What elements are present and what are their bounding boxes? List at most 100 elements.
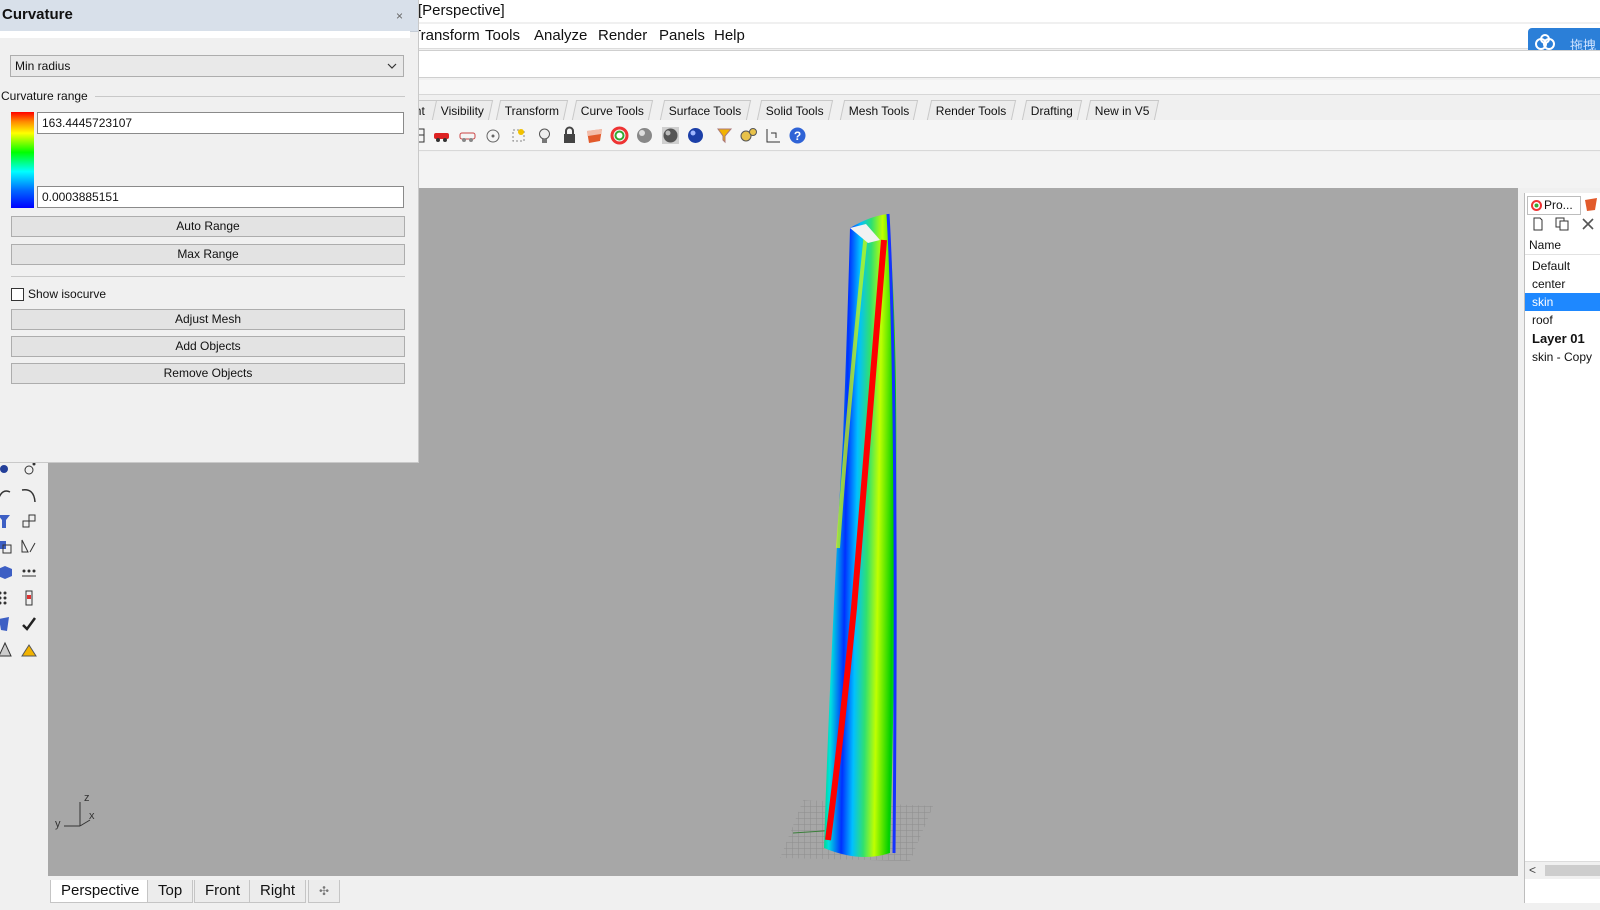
gears-icon[interactable] [739, 126, 758, 145]
menu-panels[interactable]: Panels [659, 27, 705, 44]
toolbar-tabs: nt Visibility Transform Curve Tools Surf… [405, 100, 1600, 120]
tab-mesh-tools[interactable]: Mesh Tools [839, 100, 919, 120]
axis-label-y: y [55, 818, 61, 830]
scroll-thumb[interactable] [1545, 865, 1600, 876]
arc-icon[interactable] [0, 486, 14, 504]
max-range-button[interactable]: Max Range [11, 244, 405, 265]
panel-divider [0, 31, 410, 38]
auto-range-button[interactable]: Auto Range [11, 216, 405, 237]
lightbulb-icon[interactable] [535, 126, 554, 145]
tab-transform[interactable]: Transform [495, 100, 569, 120]
layer-row-skin[interactable]: skin [1525, 293, 1600, 311]
layer-row-default[interactable]: Default [1525, 257, 1600, 275]
properties-tab[interactable]: Pro... [1527, 196, 1581, 215]
layers-tab-icon[interactable] [1581, 196, 1600, 213]
dimension-icon[interactable] [764, 126, 783, 145]
name-column-label: Name [1529, 238, 1562, 252]
layers-panel: Pro... Name Default center skin roof Lay… [1524, 193, 1600, 903]
cone-icon[interactable] [0, 641, 14, 659]
close-icon[interactable]: × [396, 9, 403, 23]
max-curvature-field[interactable]: 163.4445723107 [37, 112, 404, 134]
options-divider [11, 276, 405, 277]
array-icon[interactable] [20, 563, 38, 581]
gray-sphere-icon[interactable] [635, 126, 654, 145]
layer-row-skin-copy[interactable]: skin - Copy [1525, 348, 1600, 366]
add-objects-button[interactable]: Add Objects [11, 336, 405, 357]
grid-points-icon[interactable] [0, 589, 14, 607]
viewport-tabs: Perspective Top Front Right ✣ [48, 876, 1518, 904]
range-divider [95, 96, 405, 97]
show-isocurve-checkbox[interactable] [11, 288, 24, 301]
mode-select-value: Min radius [15, 59, 71, 73]
tab-surface-tools[interactable]: Surface Tools [659, 100, 751, 120]
funnel-icon[interactable] [715, 126, 734, 145]
remove-objects-button[interactable]: Remove Objects [11, 363, 405, 384]
command-line[interactable] [418, 50, 1600, 78]
surface-icon[interactable] [0, 512, 14, 530]
show-isocurve-label: Show isocurve [28, 287, 107, 301]
render-icon[interactable] [20, 641, 38, 659]
car-icon[interactable] [432, 126, 451, 145]
tab-curve-tools[interactable]: Curve Tools [571, 100, 654, 120]
tab-drafting[interactable]: Drafting [1021, 100, 1083, 120]
tab-new-in-v5[interactable]: New in V5 [1085, 100, 1159, 120]
car-outline-icon[interactable] [458, 126, 477, 145]
layer-row-center[interactable]: center [1525, 275, 1600, 293]
tab-solid-tools[interactable]: Solid Tools [756, 100, 833, 120]
curvature-mode-select[interactable]: Min radius [10, 55, 404, 77]
dark-sphere-icon[interactable] [661, 126, 680, 145]
layers-horizontal-scrollbar[interactable]: < [1525, 861, 1600, 879]
layer-row-layer-01[interactable]: Layer 01 [1525, 330, 1600, 348]
tab-front[interactable]: Front [194, 880, 252, 903]
scale-icon[interactable] [20, 512, 38, 530]
curvature-panel-header[interactable]: Curvature × [0, 0, 418, 32]
curvature-color-scale [11, 112, 34, 208]
command-history [418, 80, 1600, 95]
color-wheel-icon[interactable] [610, 126, 629, 145]
menu-help[interactable]: Help [714, 27, 745, 44]
chevron-down-icon [387, 63, 397, 69]
boolean-icon[interactable] [0, 537, 14, 555]
scroll-left-icon[interactable]: < [1529, 863, 1536, 877]
adjust-mesh-button[interactable]: Adjust Mesh [11, 309, 405, 330]
tab-right[interactable]: Right [249, 880, 307, 903]
toolbar-strip [418, 152, 1600, 188]
svg-text:?: ? [794, 129, 801, 143]
curve-icon[interactable] [20, 486, 38, 504]
left-toolbar [0, 460, 48, 910]
blue-sphere-icon[interactable] [686, 126, 705, 145]
tab-top[interactable]: Top [147, 880, 194, 903]
point-snap-icon[interactable] [509, 126, 528, 145]
menu-tools[interactable]: Tools [485, 27, 520, 44]
tab-perspective[interactable]: Perspective [50, 880, 151, 903]
min-curvature-field[interactable]: 0.0003885151 [37, 186, 404, 208]
tab-visibility[interactable]: Visibility [431, 100, 494, 120]
help-icon[interactable]: ? [788, 126, 807, 145]
delete-layer-icon[interactable] [1581, 217, 1595, 231]
toolbar: ? [410, 120, 1600, 151]
pipe-icon[interactable] [20, 589, 38, 607]
menu-render[interactable]: Render [598, 27, 647, 44]
extrude-icon[interactable] [0, 615, 14, 633]
check-icon[interactable] [20, 615, 38, 633]
lock-icon[interactable] [560, 126, 579, 145]
circle-dot-icon[interactable] [484, 126, 503, 145]
axis-label-z: z [84, 792, 90, 804]
properties-icon [1531, 200, 1542, 211]
menu-transform[interactable]: Transform [412, 27, 480, 44]
box-icon[interactable] [0, 563, 14, 581]
axis-label-x: x [89, 810, 95, 822]
layers-column-header: Name [1525, 235, 1600, 255]
curvature-panel-title: Curvature [2, 6, 73, 23]
new-layer-icon[interactable] [1531, 217, 1545, 231]
layer-row-roof[interactable]: roof [1525, 311, 1600, 329]
window-title: [Perspective] [418, 2, 505, 19]
add-viewport-tab-button[interactable]: ✣ [308, 880, 341, 903]
properties-tab-label: Pro... [1544, 198, 1573, 212]
copy-layer-icon[interactable] [1555, 217, 1569, 231]
axis-triad [64, 802, 91, 827]
mirror-icon[interactable] [20, 537, 38, 555]
menu-analyze[interactable]: Analyze [534, 27, 587, 44]
shield-icon[interactable] [585, 126, 604, 145]
tab-render-tools[interactable]: Render Tools [926, 100, 1016, 120]
